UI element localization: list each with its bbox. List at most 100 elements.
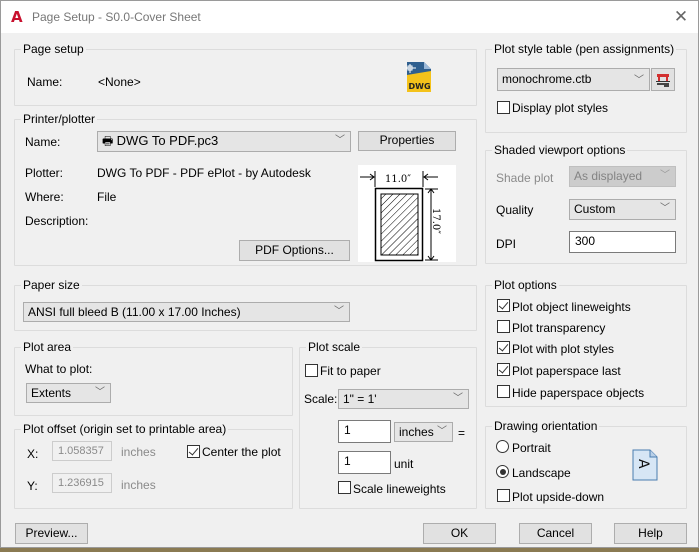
scale-lineweights-checkbox[interactable] xyxy=(338,481,351,494)
portrait-label: Portrait xyxy=(512,441,551,455)
paper-size-select[interactable]: ANSI full bleed B (11.00 x 17.00 Inches)… xyxy=(23,302,350,322)
plot-offset-title: Plot offset (origin set to printable are… xyxy=(21,422,229,436)
display-plot-styles-label: Display plot styles xyxy=(512,101,609,115)
plot-area-group: Plot area xyxy=(14,340,293,416)
scale-label: Scale: xyxy=(304,392,338,406)
scale-select[interactable]: 1" = 1' ﹀ xyxy=(338,389,469,409)
description-label: Description: xyxy=(25,214,89,228)
what-to-plot-select[interactable]: Extents ﹀ xyxy=(26,383,111,403)
dpi-label: DPI xyxy=(496,237,517,251)
plot-option-label: Plot with plot styles xyxy=(512,342,615,356)
paper-size-value: ANSI full bleed B (11.00 x 17.00 Inches) xyxy=(28,305,241,319)
scale-unit-label: unit xyxy=(394,457,414,471)
page-setup-dialog: A Page Setup - S0.0-Cover Sheet ✕ Page s… xyxy=(0,0,699,548)
plot-style-title: Plot style table (pen assignments) xyxy=(492,42,677,56)
plot-scale-title: Plot scale xyxy=(306,340,363,354)
where-label: Where: xyxy=(25,190,64,204)
page-setup-name-value: <None> xyxy=(98,75,141,89)
chevron-down-icon: ﹀ xyxy=(453,393,463,404)
scale-units-select[interactable]: inches ﹀ xyxy=(394,422,453,442)
landscape-radio[interactable] xyxy=(496,465,509,478)
chevron-down-icon: ﹀ xyxy=(660,203,670,214)
chevron-down-icon: ﹀ xyxy=(95,387,105,398)
plotter-icon: 🖶 xyxy=(102,134,114,148)
preview-height-label: 17.0″ xyxy=(430,208,441,234)
plot-upside-down-label: Plot upside-down xyxy=(512,490,605,504)
plot-style-edit-icon xyxy=(656,74,670,87)
paper-size-title: Paper size xyxy=(21,278,82,292)
scale-unit-input[interactable]: 1 xyxy=(338,451,391,474)
plot-option-checkbox[interactable] xyxy=(497,363,510,376)
plot-upside-down-checkbox[interactable] xyxy=(497,489,510,502)
chevron-down-icon: ﹀ xyxy=(660,170,670,181)
shade-plot-label: Shade plot xyxy=(496,171,554,185)
portrait-radio[interactable] xyxy=(496,440,509,453)
where-value: File xyxy=(97,190,117,204)
what-to-plot-value: Extents xyxy=(31,386,72,400)
center-plot-checkbox[interactable] xyxy=(187,445,200,458)
window-title: Page Setup - S0.0-Cover Sheet xyxy=(32,10,201,24)
offset-y-label: Y: xyxy=(27,479,38,493)
plotter-value: DWG To PDF - PDF ePlot - by Autodesk xyxy=(97,166,311,180)
page-setup-title: Page setup xyxy=(21,42,86,56)
shaded-viewport-title: Shaded viewport options xyxy=(492,143,628,157)
what-to-plot-label: What to plot: xyxy=(25,362,93,376)
equals-sign: = xyxy=(458,426,466,440)
scale-inches-input[interactable]: 1 xyxy=(338,420,391,443)
plot-style-value: monochrome.ctb xyxy=(502,72,592,86)
plot-option-label: Plot paperspace last xyxy=(512,364,621,378)
offset-x-input[interactable]: 1.058357 xyxy=(52,441,112,461)
cancel-button[interactable]: Cancel xyxy=(519,523,592,544)
help-button[interactable]: Help xyxy=(614,523,687,544)
offset-x-unit: inches xyxy=(121,445,156,459)
chevron-down-icon: ﹀ xyxy=(634,75,644,86)
plot-option-checkbox[interactable] xyxy=(497,385,510,398)
properties-button[interactable]: Properties xyxy=(358,131,456,151)
chevron-down-icon: ﹀ xyxy=(335,135,345,146)
plot-option-checkbox[interactable] xyxy=(497,320,510,333)
display-plot-styles-checkbox[interactable] xyxy=(497,101,510,114)
shade-plot-select[interactable]: As displayed ﹀ xyxy=(569,166,676,187)
printer-name-label: Name: xyxy=(25,135,61,149)
preview-button[interactable]: Preview... xyxy=(15,523,88,544)
fit-to-paper-checkbox[interactable] xyxy=(305,364,318,377)
plot-area-title: Plot area xyxy=(21,340,74,354)
fit-to-paper-label: Fit to paper xyxy=(320,364,381,378)
plot-option-label: Plot object lineweights xyxy=(512,300,631,314)
autocad-icon: A xyxy=(11,8,23,26)
plot-options-title: Plot options xyxy=(492,278,559,292)
shade-plot-value: As displayed xyxy=(574,169,643,183)
center-plot-label: Center the plot xyxy=(202,445,281,459)
plot-option-checkbox[interactable] xyxy=(497,341,510,354)
quality-select[interactable]: Custom ﹀ xyxy=(569,199,676,220)
quality-label: Quality xyxy=(496,203,534,217)
offset-y-input[interactable]: 1.236915 xyxy=(52,473,112,493)
printer-select[interactable]: 🖶 DWG To PDF.pc3 ﹀ xyxy=(97,131,351,152)
scale-lineweights-label: Scale lineweights xyxy=(353,482,446,496)
orientation-preview-icon: A xyxy=(632,449,658,481)
dwg-file-icon: DWG xyxy=(405,61,433,93)
dpi-input[interactable]: 300 xyxy=(569,231,676,253)
plotter-label: Plotter: xyxy=(25,166,64,180)
plot-style-edit-button[interactable] xyxy=(651,68,675,91)
title-bar: A Page Setup - S0.0-Cover Sheet ✕ xyxy=(1,1,698,33)
printer-title: Printer/plotter xyxy=(21,112,98,126)
chevron-down-icon: ﹀ xyxy=(437,426,447,437)
preview-width-label: 11.0″ xyxy=(385,174,411,185)
plot-option-label: Hide paperspace objects xyxy=(512,386,645,400)
ok-button[interactable]: OK xyxy=(423,523,496,544)
quality-value: Custom xyxy=(574,202,616,216)
scale-units-value: inches xyxy=(399,425,434,439)
dwg-icon-text: DWG xyxy=(409,82,431,91)
offset-y-unit: inches xyxy=(121,478,156,492)
printer-select-value: DWG To PDF.pc3 xyxy=(116,133,219,148)
plot-option-label: Plot transparency xyxy=(512,321,606,335)
close-button[interactable]: ✕ xyxy=(670,6,692,28)
plot-style-select[interactable]: monochrome.ctb ﹀ xyxy=(497,68,650,91)
orientation-glyph: A xyxy=(635,459,651,469)
plot-option-checkbox[interactable] xyxy=(497,299,510,312)
paper-preview: 11.0″ 17.0″ xyxy=(358,165,456,262)
pdf-options-button[interactable]: PDF Options... xyxy=(239,240,350,261)
page-setup-name-label: Name: xyxy=(27,75,63,89)
offset-x-label: X: xyxy=(27,447,39,461)
